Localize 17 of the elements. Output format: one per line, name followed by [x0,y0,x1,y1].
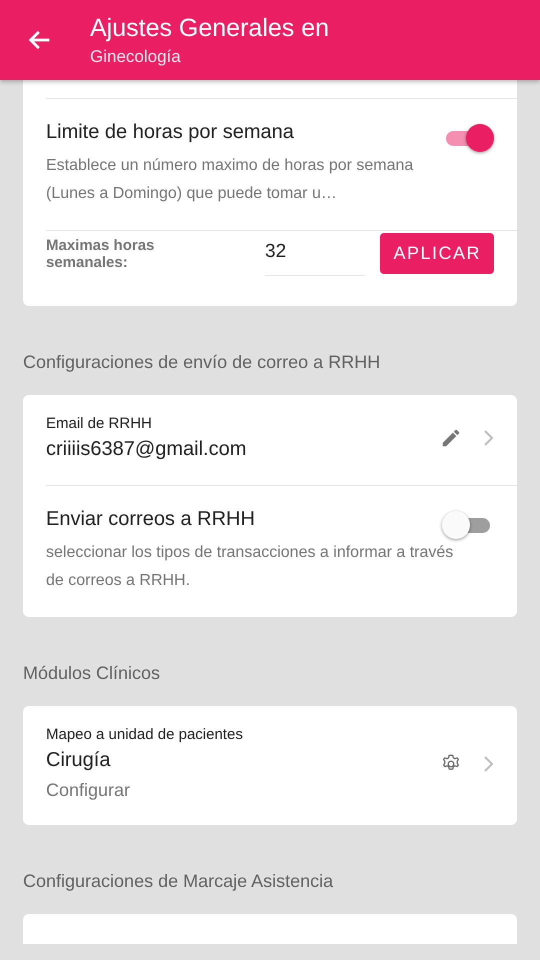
pencil-icon[interactable] [440,427,462,449]
apply-button[interactable]: APLICAR [380,233,494,274]
setting-label: Email de RRHH [46,415,153,432]
setting-value: criiiis6387@gmail.com [46,438,248,461]
section-heading: Configuraciones de Marcaje Asistencia [23,870,334,893]
screen-subtitle: Ginecología [90,46,182,66]
configure-link[interactable]: Configurar [46,780,440,801]
setting-label: Mapeo a unidad de pacientes [46,726,244,743]
setting-value: Cirugía [46,749,112,772]
setting-title: Limite de horas por semana [46,121,294,144]
screen-title: Ajustes Generales en [90,14,330,42]
setting-description: seleccionar los tipos de transacciones a informar a través de correos a RRHH. [46,543,454,591]
section-heading: Configuraciones de envío de correo a RRHH [23,351,382,374]
section-heading: Módulos Clínicos [23,662,162,685]
setting-description: Establece un número maximo de horas por semana (Lunes a Domingo) que puede tomar u… [46,156,414,204]
setting-title: Enviar correos a RRHH [46,508,255,531]
field-label: Maximas horas semanales: [46,236,156,270]
